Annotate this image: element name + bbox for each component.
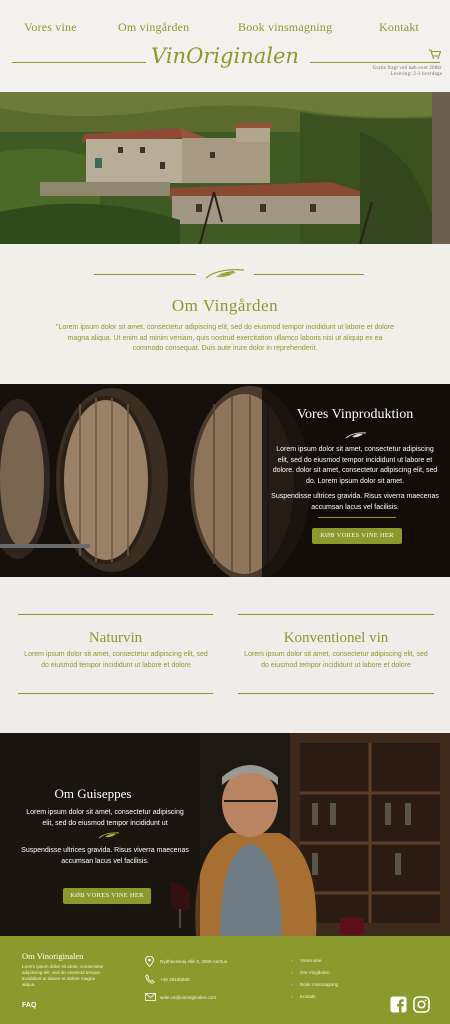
buy-wines-button-2[interactable]: KØB VORES VINE HER (63, 888, 151, 904)
facebook-icon[interactable] (390, 996, 407, 1013)
nav-om-vingarden[interactable]: Om vingården (118, 20, 189, 35)
phone-icon (145, 974, 155, 984)
winemaker-photo (0, 733, 450, 936)
footer-phone[interactable]: +45 28165536 (160, 977, 190, 983)
about-text: "Lorem ipsum dolor sit amet, consectetur… (56, 324, 394, 352)
konventionel-text: Lorem ipsum dolor sit amet, consectetur … (244, 651, 428, 669)
naturvin-title: Naturvin (88, 630, 143, 646)
owner-text-2: Suspendisse ultrices gravida. Risus vive… (21, 847, 189, 865)
production-text-1: Lorem ipsum dolor sit amet, consectetur … (272, 446, 438, 485)
footer-address: Rydhavnsvej Allé 3, 2900 Aarhus (160, 959, 228, 964)
owner-section: Om Guiseppes Lorem ipsum dolor sit amet,… (0, 733, 450, 936)
footer-link-om-vingarden[interactable]: Om Vingården (300, 970, 330, 976)
grape-leaf-icon (345, 432, 367, 439)
naturvin-divider-bottom (18, 693, 213, 694)
footer-email[interactable]: write.us@vinoriginalen.com (160, 995, 216, 1001)
production-text-2: Suspendisse ultrices gravida. Risus vive… (271, 493, 439, 511)
footer-text: Lorem ipsum dolor sit amet, consectetur … (22, 964, 104, 987)
about-divider-right (254, 274, 364, 275)
about-title: Om Vingården (171, 296, 279, 315)
email-icon (145, 993, 156, 1001)
nav-vores-vine[interactable]: Vores vine (24, 20, 77, 35)
konventionel-divider-top (238, 614, 434, 615)
owner-title: Om Guiseppes (54, 786, 132, 801)
production-title: Vores Vinproduktion (296, 407, 414, 422)
faq-link[interactable]: FAQ (22, 1002, 36, 1009)
production-divider (318, 517, 396, 518)
about-section: Om Vingården "Lorem ipsum dolor sit amet… (0, 244, 450, 384)
footer-title: Om Vinoriginalen (22, 951, 84, 961)
wine-types-section: Naturvin Lorem ipsum dolor sit amet, con… (0, 577, 450, 733)
nav-kontakt[interactable]: Kontakt (379, 20, 419, 35)
footer-chevron-2: › (291, 970, 293, 975)
naturvin-text: Lorem ipsum dolor sit amet, consectetur … (24, 651, 208, 669)
delivery-info: Levering: 2-3 hverdage (390, 72, 442, 77)
footer-link-vores-vine[interactable]: Vores vine (300, 958, 321, 964)
footer-link-kontakt[interactable]: Kontakt (300, 994, 316, 1000)
about-divider-left (94, 274, 196, 275)
shipping-info: Gratis fragt ved køb over 200kr (372, 66, 442, 71)
footer-chevron-1: › (291, 958, 293, 963)
nav-book-vinsmagning[interactable]: Book vinsmagning (238, 20, 332, 35)
footer-chevron-3: › (291, 982, 293, 987)
location-pin-icon (145, 956, 154, 967)
site-logo[interactable]: VinOriginalen (0, 44, 450, 68)
grape-leaf-icon (98, 832, 120, 839)
instagram-icon[interactable] (413, 996, 430, 1013)
konventionel-divider-bottom (238, 693, 434, 694)
production-section: Vores Vinproduktion Lorem ipsum dolor si… (0, 384, 450, 577)
footer-chevron-4: › (291, 994, 293, 999)
site-header: Vores vine Om vingården Book vinsmagning… (0, 0, 450, 92)
naturvin-divider-top (18, 614, 213, 615)
grape-leaf-icon (205, 269, 245, 279)
owner-text-1: Lorem ipsum dolor sit amet, consectetur … (26, 809, 184, 827)
footer-link-book-vinsmagning[interactable]: Book Vinsmagning (300, 982, 338, 988)
site-footer: Om Vinoriginalen Lorem ipsum dolor sit a… (0, 936, 450, 1024)
cart-icon[interactable] (429, 49, 441, 59)
konventionel-title: Konventionel vin (283, 630, 389, 646)
buy-wines-button[interactable]: KØB VORES VINE HER (312, 528, 402, 544)
hero-farmhouse-image (0, 92, 450, 244)
